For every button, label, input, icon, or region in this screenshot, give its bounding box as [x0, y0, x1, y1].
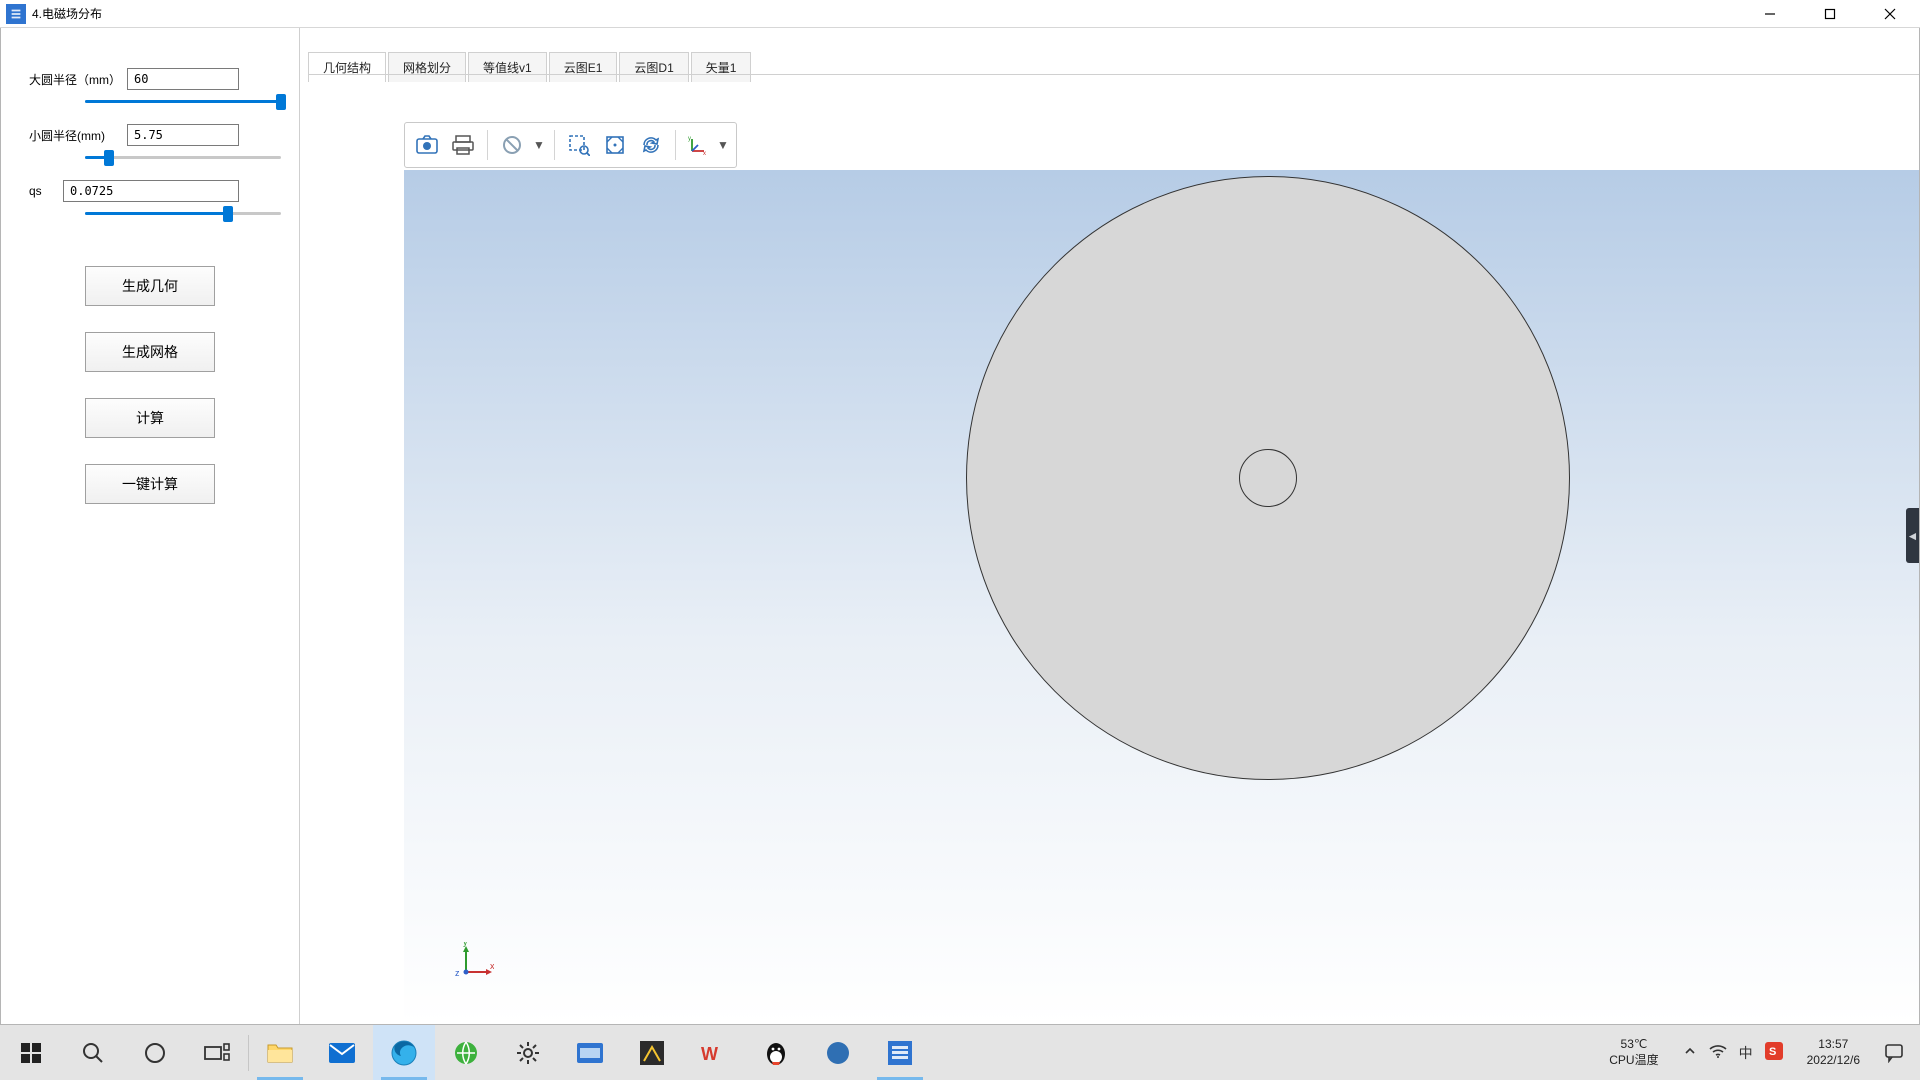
edge-taskbar[interactable] — [373, 1025, 435, 1080]
snapshot-button[interactable] — [411, 129, 443, 161]
view-tabs: 几何结构 网格划分 等值线v1 云图E1 云图D1 矢量1 — [308, 52, 753, 82]
tab-cloud-e[interactable]: 云图E1 — [549, 52, 618, 82]
ime-icon[interactable]: 中 — [1739, 1043, 1753, 1063]
big-radius-input[interactable] — [127, 68, 239, 90]
param-small-radius: 小圆半径(mm) — [29, 124, 271, 146]
small-radius-slider[interactable] — [85, 148, 281, 168]
comsol-app-taskbar[interactable] — [869, 1025, 931, 1080]
axis-orientation-button[interactable]: yx — [684, 129, 712, 161]
svg-text:x: x — [703, 151, 706, 155]
parameter-panel: 大圆半径（mm） 小圆半径(mm) qs 生成几何 生成网格 — [1, 28, 299, 1024]
app2-taskbar[interactable] — [621, 1025, 683, 1080]
big-radius-slider[interactable] — [85, 92, 281, 112]
param-label: qs — [29, 184, 63, 198]
svg-text:y: y — [688, 136, 691, 142]
collapse-grip[interactable]: ◄ — [1906, 508, 1919, 563]
rotate-view-button[interactable] — [635, 129, 667, 161]
app3-taskbar[interactable] — [807, 1025, 869, 1080]
wps-taskbar[interactable]: W — [683, 1025, 745, 1080]
tab-geometry[interactable]: 几何结构 — [308, 52, 386, 82]
small-radius-input[interactable] — [127, 124, 239, 146]
param-label: 小圆半径(mm) — [29, 127, 127, 144]
windows-taskbar: W 53℃ CPU温度 中 S 13:57 2022/12/6 — [0, 1025, 1920, 1080]
tab-contour[interactable]: 等值线v1 — [468, 52, 547, 82]
sogou-icon[interactable]: S — [1765, 1042, 1783, 1063]
clock[interactable]: 13:57 2022/12/6 — [1801, 1037, 1866, 1068]
svg-text:x: x — [490, 961, 494, 971]
temperature-label: CPU温度 — [1609, 1053, 1658, 1069]
qq-taskbar[interactable] — [745, 1025, 807, 1080]
tab-vector[interactable]: 矢量1 — [691, 52, 752, 82]
qs-input[interactable] — [63, 180, 239, 202]
system-tray: 53℃ CPU温度 中 S 13:57 2022/12/6 — [1597, 1025, 1920, 1080]
axis-gizmo-icon: y x z — [452, 942, 494, 984]
minimize-button[interactable] — [1740, 0, 1800, 28]
param-label: 大圆半径（mm） — [29, 71, 127, 88]
svg-text:W: W — [701, 1044, 718, 1064]
settings-taskbar[interactable] — [497, 1025, 559, 1080]
toolbar-separator — [675, 130, 676, 160]
app1-taskbar[interactable] — [559, 1025, 621, 1080]
toolbar-separator — [554, 130, 555, 160]
one-click-compute-button[interactable]: 一键计算 — [85, 464, 215, 504]
cortana-button[interactable] — [124, 1025, 186, 1080]
reset-dropdown-icon[interactable]: ▼ — [532, 138, 546, 152]
generate-mesh-button[interactable]: 生成网格 — [85, 332, 215, 372]
svg-text:S: S — [1769, 1046, 1776, 1058]
tray-chevron-icon[interactable] — [1683, 1044, 1697, 1061]
svg-text:z: z — [455, 968, 460, 978]
reset-view-button[interactable] — [496, 129, 528, 161]
mail-taskbar[interactable] — [311, 1025, 373, 1080]
tab-mesh[interactable]: 网格划分 — [388, 52, 466, 82]
svg-text:y: y — [463, 942, 468, 947]
file-explorer-taskbar[interactable] — [249, 1025, 311, 1080]
viewport-toolbar: ▼ yx ▼ — [404, 122, 737, 168]
qs-slider[interactable] — [85, 204, 281, 224]
geometry-viewport[interactable]: y x z — [404, 170, 1919, 1024]
tab-underline — [308, 74, 1919, 75]
window-title: 4.电磁场分布 — [32, 5, 102, 22]
window-titlebar: 4.电磁场分布 — [0, 0, 1920, 28]
close-button[interactable] — [1860, 0, 1920, 28]
task-view-button[interactable] — [186, 1025, 248, 1080]
temperature-value: 53℃ — [1609, 1037, 1658, 1053]
ie-taskbar[interactable] — [435, 1025, 497, 1080]
param-qs: qs — [29, 180, 271, 202]
clock-time: 13:57 — [1807, 1037, 1860, 1053]
param-big-radius: 大圆半径（mm） — [29, 68, 271, 90]
zoom-box-button[interactable] — [563, 129, 595, 161]
app-icon — [6, 4, 26, 24]
search-button[interactable] — [62, 1025, 124, 1080]
temperature-widget[interactable]: 53℃ CPU温度 — [1603, 1037, 1664, 1068]
wifi-icon[interactable] — [1709, 1044, 1727, 1061]
main-view-area: 几何结构 网格划分 等值线v1 云图E1 云图D1 矢量1 ▼ — [299, 28, 1919, 1024]
client-area: 大圆半径（mm） 小圆半径(mm) qs 生成几何 生成网格 — [0, 28, 1920, 1025]
tab-cloud-d[interactable]: 云图D1 — [619, 52, 688, 82]
zoom-extents-button[interactable] — [599, 129, 631, 161]
action-center-icon[interactable] — [1874, 1043, 1914, 1063]
toolbar-separator — [487, 130, 488, 160]
axis-dropdown-icon[interactable]: ▼ — [716, 138, 730, 152]
window-controls — [1740, 0, 1920, 28]
start-button[interactable] — [0, 1025, 62, 1080]
maximize-button[interactable] — [1800, 0, 1860, 28]
tray-icons: 中 S — [1673, 1042, 1793, 1063]
small-circle-geometry — [1239, 449, 1297, 507]
clock-date: 2022/12/6 — [1807, 1053, 1860, 1069]
generate-geometry-button[interactable]: 生成几何 — [85, 266, 215, 306]
print-button[interactable] — [447, 129, 479, 161]
compute-button[interactable]: 计算 — [85, 398, 215, 438]
